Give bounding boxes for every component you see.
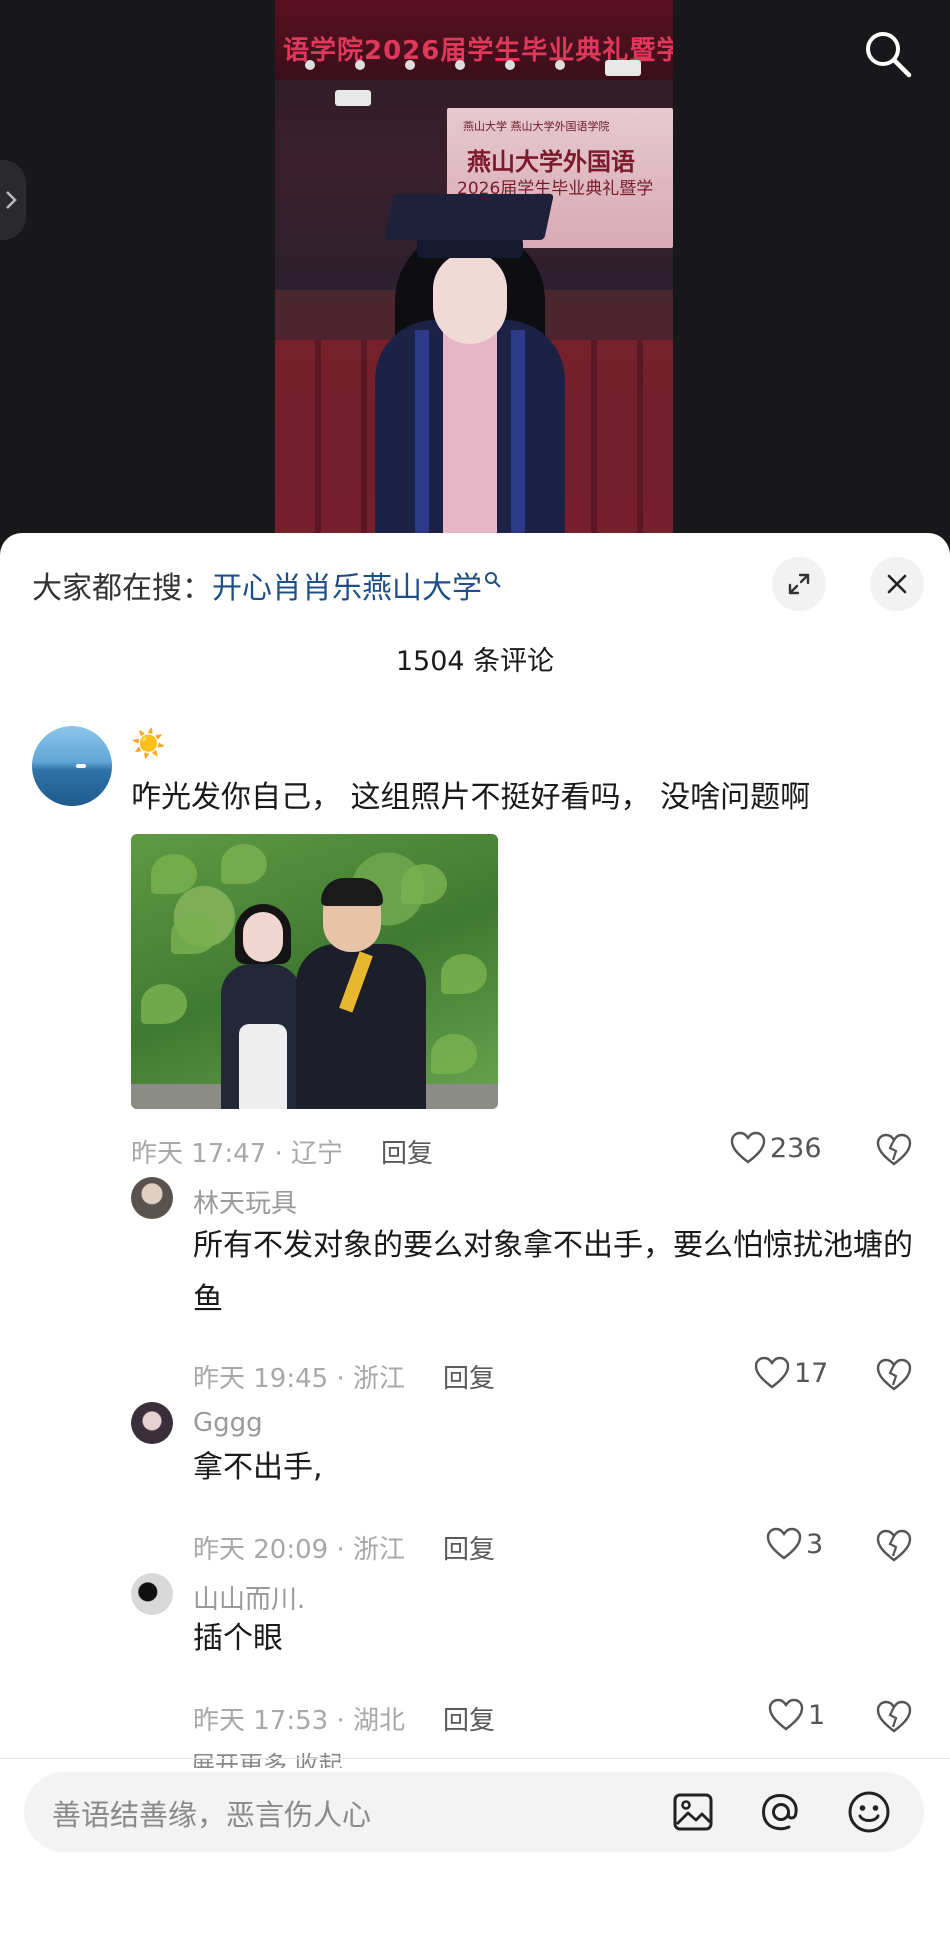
reply-time: 昨天 20:09 · 浙江 <box>193 1535 405 1565</box>
like-count: 3 <box>806 1528 824 1560</box>
sun-emoji: ☀️ <box>131 727 166 760</box>
comment-input[interactable]: 善语结善缘，恶言伤人心 <box>24 1772 924 1852</box>
search-icon[interactable] <box>862 28 914 80</box>
hot-search-query[interactable]: 开心肖肖乐燕山大学 <box>212 563 482 607</box>
app-screen: 语学院2026届学生毕业典礼暨学 燕山大学 燕山大学外国语学院 燕山大学外国语 … <box>0 0 950 1937</box>
broken-heart-icon[interactable] <box>876 1133 912 1167</box>
emoji-icon <box>848 1791 890 1833</box>
magnifier-icon <box>485 572 501 588</box>
reply-text: 拿不出手, <box>193 1450 323 1485</box>
image-button[interactable] <box>670 1789 716 1835</box>
reply-button[interactable]: 回复 <box>381 1133 433 1170</box>
reply-text: 插个眼 <box>193 1621 283 1656</box>
comment-input-placeholder: 善语结善缘，恶言伤人心 <box>52 1798 372 1832</box>
reply-button[interactable]: 回复 <box>443 1700 495 1737</box>
side-drawer-handle[interactable] <box>0 160 26 240</box>
broken-heart-icon[interactable] <box>876 1700 912 1734</box>
image-icon <box>673 1793 713 1831</box>
avatar[interactable] <box>32 726 112 806</box>
reply-meta: 昨天 17:53 · 湖北 回复 <box>193 1700 495 1737</box>
like-button[interactable]: 17 <box>754 1356 828 1390</box>
reply-meta: 昨天 19:45 · 浙江 回复 <box>193 1358 495 1395</box>
video-player[interactable]: 语学院2026届学生毕业典礼暨学 燕山大学 燕山大学外国语学院 燕山大学外国语 … <box>0 0 950 560</box>
avatar[interactable] <box>131 1573 173 1615</box>
at-icon <box>762 1794 798 1831</box>
like-count: 1 <box>808 1699 826 1731</box>
avatar[interactable] <box>131 1177 173 1219</box>
reply-text: 所有不发对象的要么对象拿不出手，要么怕惊扰池塘的鱼 <box>193 1228 913 1317</box>
reply-time: 昨天 17:53 · 湖北 <box>193 1706 405 1736</box>
heart-icon <box>766 1527 802 1560</box>
stage-spotlight <box>605 60 641 76</box>
reply-author[interactable]: 山山而川. <box>193 1579 305 1616</box>
close-icon <box>887 574 907 594</box>
comment-time: 昨天 17:47 · 辽宁 <box>131 1139 343 1169</box>
comment-text: 咋光发你自己， 这组照片不挺好看吗， 没啥问题啊 <box>131 780 811 815</box>
reply-author[interactable]: Gggg <box>193 1408 263 1438</box>
reply-button[interactable]: 回复 <box>443 1529 495 1566</box>
screen-title: 燕山大学外国语 <box>467 148 635 176</box>
heart-icon <box>730 1131 766 1164</box>
avatar[interactable] <box>131 1402 173 1444</box>
like-count: 236 <box>770 1132 822 1164</box>
comment-count: 1504 条评论 <box>395 646 555 677</box>
reply-author[interactable]: 林天玩具 <box>193 1183 297 1220</box>
like-button[interactable]: 3 <box>766 1527 823 1561</box>
graduate-figure <box>355 180 585 545</box>
chevron-right-icon <box>6 191 17 209</box>
like-button[interactable]: 236 <box>730 1131 822 1165</box>
expand-icon <box>788 573 810 595</box>
heart-icon <box>754 1356 790 1389</box>
like-button[interactable]: 1 <box>768 1698 825 1732</box>
expand-button[interactable] <box>772 557 826 611</box>
comment-image[interactable] <box>131 834 498 1109</box>
screen-logo: 燕山大学 燕山大学外国语学院 <box>463 120 610 133</box>
reply-time: 昨天 19:45 · 浙江 <box>193 1364 405 1394</box>
hot-search-prefix: 大家都在搜： <box>32 571 212 606</box>
comment-sheet: 大家都在搜： 开心肖肖乐燕山大学 1504 条评论 ☀️ 咋光发你自己， 这组照… <box>0 533 950 1937</box>
broken-heart-icon[interactable] <box>876 1529 912 1563</box>
reply-button[interactable]: 回复 <box>443 1358 495 1395</box>
close-button[interactable] <box>870 557 924 611</box>
stage-spotlight <box>335 90 371 106</box>
video-frame: 语学院2026届学生毕业典礼暨学 燕山大学 燕山大学外国语学院 燕山大学外国语 … <box>275 0 673 545</box>
broken-heart-icon[interactable] <box>876 1358 912 1392</box>
bottom-safe-area <box>0 1853 950 1937</box>
comment-meta: 昨天 17:47 · 辽宁 回复 <box>131 1133 433 1170</box>
mention-button[interactable] <box>758 1789 804 1835</box>
hot-search[interactable]: 大家都在搜： 开心肖肖乐燕山大学 <box>32 563 502 607</box>
heart-icon <box>768 1698 804 1731</box>
like-count: 17 <box>794 1357 829 1389</box>
reply-meta: 昨天 20:09 · 浙江 回复 <box>193 1529 495 1566</box>
emoji-button[interactable] <box>846 1789 892 1835</box>
divider <box>0 1758 950 1759</box>
